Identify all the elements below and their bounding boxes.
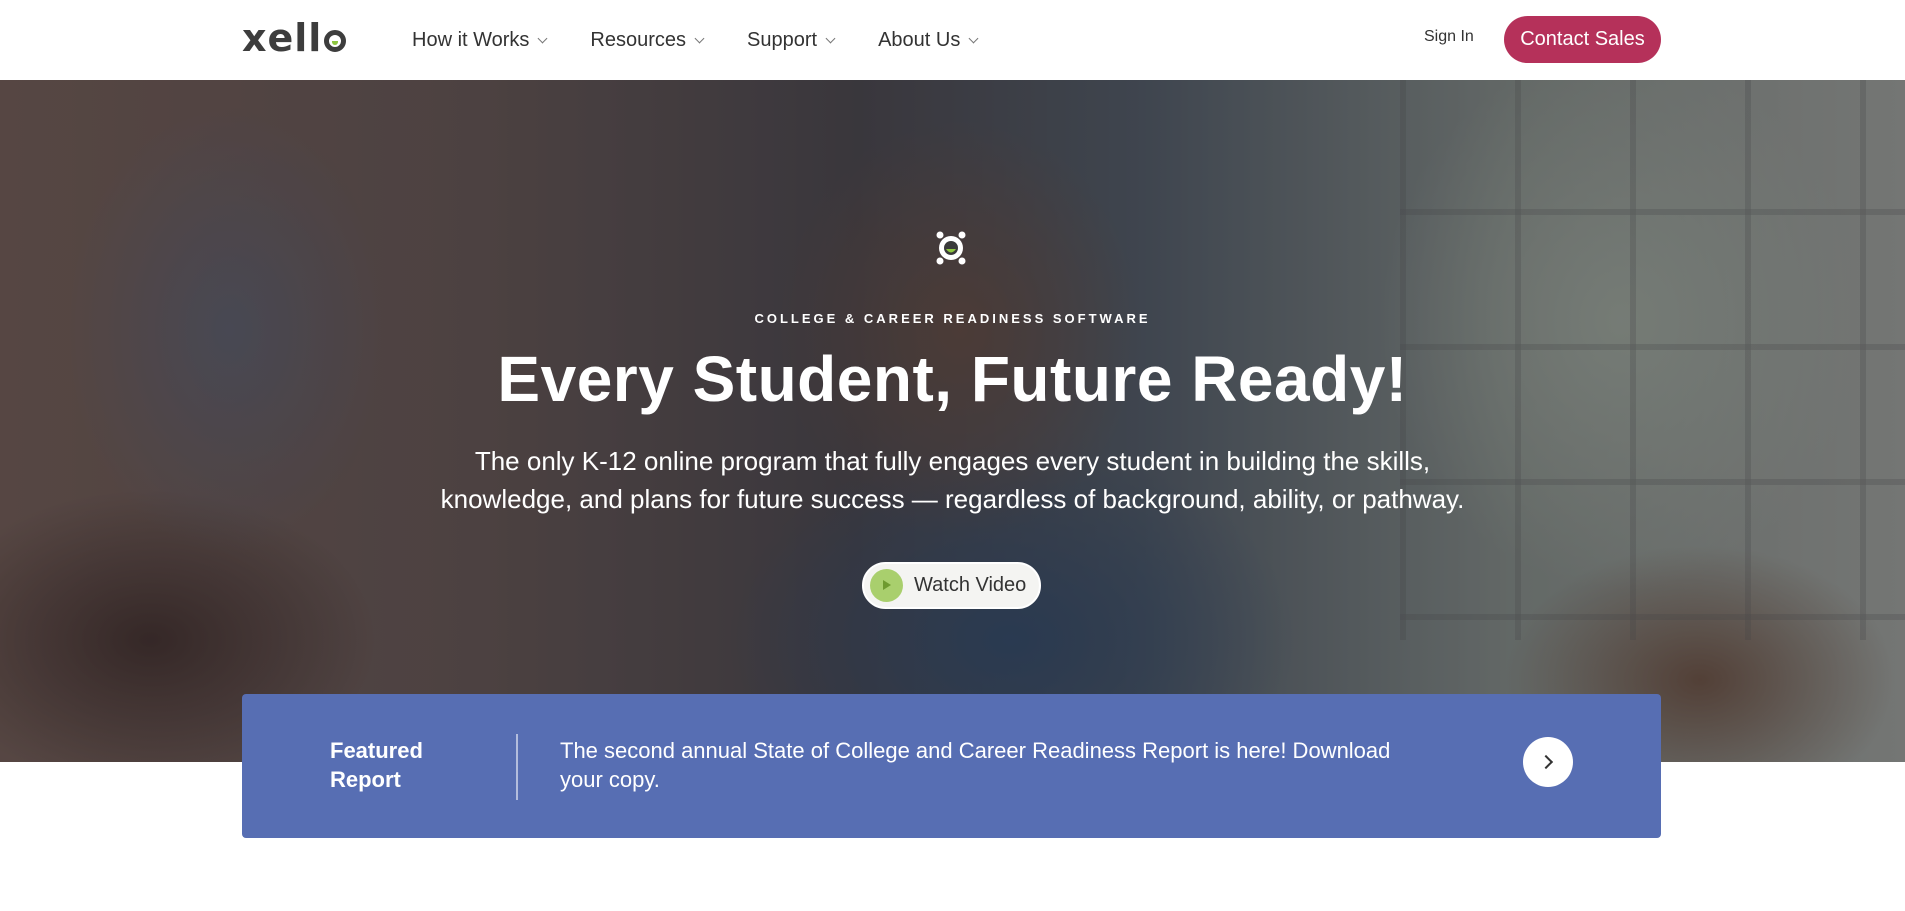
chevron-down-icon [968, 33, 979, 43]
xello-logo[interactable]: xell [242, 16, 347, 60]
sign-in-link[interactable]: Sign In [1424, 28, 1474, 46]
hero-subtitle-line-1: The only K-12 online program that fully … [474, 446, 1431, 476]
featured-label-line-2: Report [330, 767, 401, 792]
hero-section: COLLEGE & CAREER READINESS SOFTWARE Ever… [0, 80, 1905, 762]
chevron-down-icon [694, 33, 705, 43]
featured-divider [516, 734, 518, 800]
main-nav: How it Works Resources Support About Us [412, 0, 1021, 80]
site-header: xell How it Works Resources Support Abou… [0, 0, 1905, 80]
watch-video-button[interactable]: Watch Video [862, 562, 1041, 609]
hero-subtitle: The only K-12 online program that fully … [0, 442, 1905, 518]
hero-content: COLLEGE & CAREER READINESS SOFTWARE Ever… [0, 80, 1905, 762]
featured-text-line-1: The second annual State of College and C… [560, 738, 1391, 763]
chevron-down-icon [537, 33, 548, 43]
chevron-down-icon [825, 33, 836, 43]
nav-label: Support [747, 28, 818, 51]
nav-item-about-us[interactable]: About Us [878, 28, 979, 52]
hero-eyebrow: COLLEGE & CAREER READINESS SOFTWARE [754, 311, 1151, 326]
nav-label: How it Works [412, 28, 530, 51]
nav-item-support[interactable]: Support [747, 28, 836, 52]
watch-video-label: Watch Video [914, 574, 1027, 596]
contact-sales-button[interactable]: Contact Sales [1504, 16, 1661, 63]
xello-robot-icon [936, 231, 966, 265]
featured-text: The second annual State of College and C… [560, 736, 1420, 794]
play-icon [870, 569, 903, 602]
chevron-right-icon[interactable] [1523, 737, 1573, 787]
featured-text-line-2: your copy. [560, 767, 660, 792]
nav-label: About Us [878, 28, 961, 51]
featured-report-banner[interactable]: Featured Report The second annual State … [242, 694, 1661, 838]
featured-label-line-1: Featured [330, 738, 423, 763]
hero-subtitle-line-2: knowledge, and plans for future success … [440, 484, 1465, 514]
nav-item-how-it-works[interactable]: How it Works [412, 28, 548, 52]
featured-label: Featured Report [330, 736, 450, 794]
logo-text: xell [242, 16, 323, 60]
logo-o-icon [324, 30, 347, 52]
nav-item-resources[interactable]: Resources [590, 28, 705, 52]
nav-label: Resources [590, 28, 687, 51]
hero-title: Every Student, Future Ready! [497, 343, 1408, 415]
